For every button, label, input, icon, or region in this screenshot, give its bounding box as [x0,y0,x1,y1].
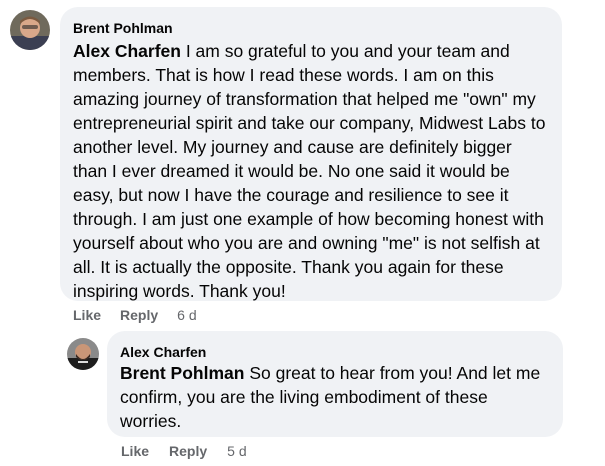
comment-author[interactable]: Alex Charfen [120,343,551,361]
comment-text: Alex Charfen I am so grateful to you and… [73,39,550,303]
comment-bubble: Brent Pohlman Alex Charfen I am so grate… [60,7,562,301]
like-button[interactable]: Like [121,443,149,459]
comment-actions: Like Reply 5 d [121,442,247,460]
comment-timestamp[interactable]: 6 d [177,307,196,323]
comment-body: I am so grateful to you and your team an… [73,41,546,301]
reply-button[interactable]: Reply [169,443,207,459]
comment-author[interactable]: Brent Pohlman [73,19,550,37]
comment-timestamp[interactable]: 5 d [227,443,246,459]
mention-link[interactable]: Brent Pohlman [120,363,244,383]
like-button[interactable]: Like [73,307,101,323]
comment-actions: Like Reply 6 d [73,306,197,324]
reply-button[interactable]: Reply [120,307,158,323]
avatar[interactable] [10,10,50,50]
mention-link[interactable]: Alex Charfen [73,41,181,61]
comment-text: Brent Pohlman So great to hear from you!… [120,361,551,433]
reply-bubble: Alex Charfen Brent Pohlman So great to h… [107,331,563,437]
avatar[interactable] [67,338,99,370]
